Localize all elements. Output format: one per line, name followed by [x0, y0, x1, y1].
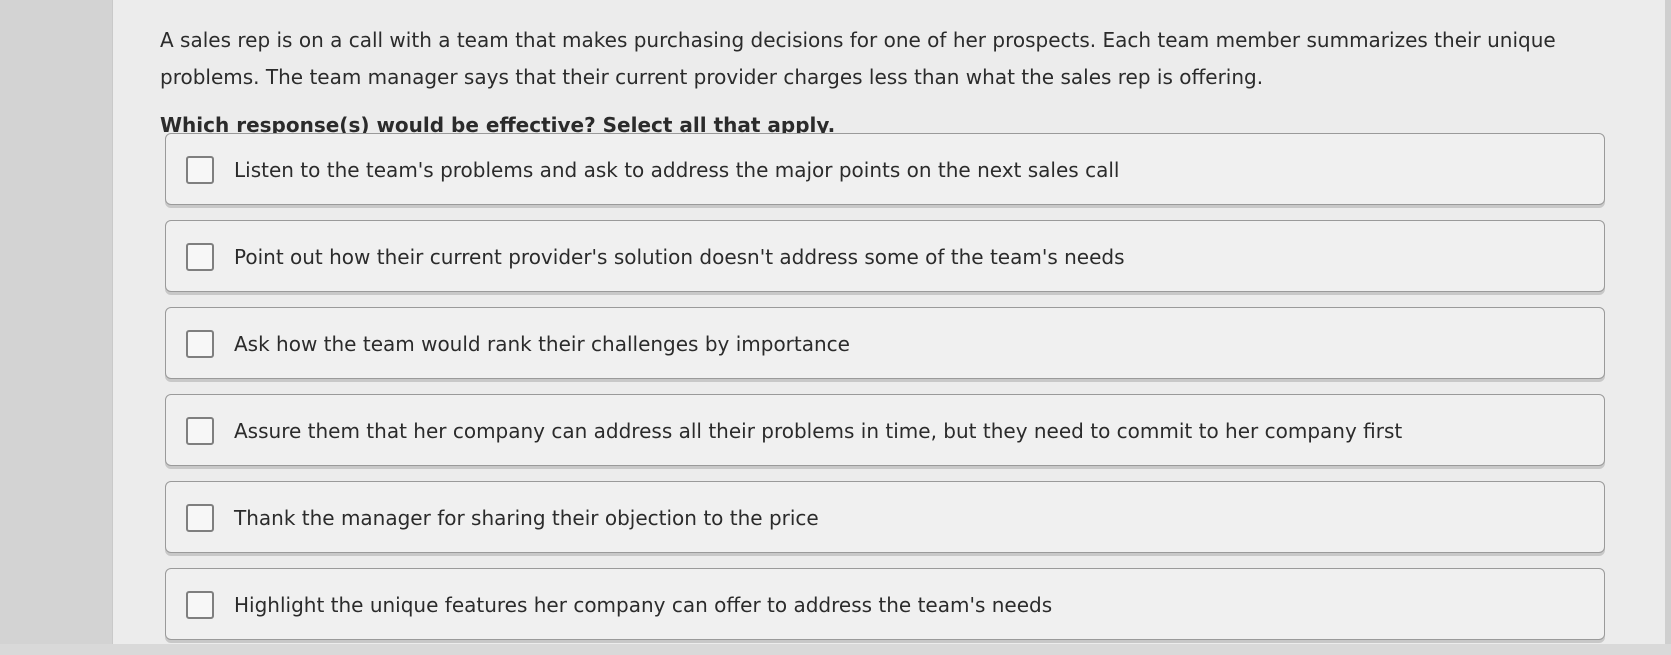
- right-edge: [1665, 0, 1671, 644]
- answer-option-2[interactable]: Point out how their current provider's s…: [165, 220, 1605, 292]
- answer-option-label: Listen to the team's problems and ask to…: [234, 158, 1120, 182]
- answer-option-6[interactable]: Highlight the unique features her compan…: [165, 568, 1605, 640]
- checkbox-1[interactable]: [186, 156, 214, 184]
- answer-option-label: Assure them that her company can address…: [234, 419, 1403, 443]
- checkbox-4[interactable]: [186, 417, 214, 445]
- checkbox-2[interactable]: [186, 243, 214, 271]
- checkbox-5[interactable]: [186, 504, 214, 532]
- answer-options: Listen to the team's problems and ask to…: [165, 133, 1605, 655]
- left-sidebar-gutter: [0, 0, 113, 644]
- answer-option-label: Ask how the team would rank their challe…: [234, 332, 850, 356]
- question-text: A sales rep is on a call with a team tha…: [160, 28, 1556, 89]
- answer-option-label: Highlight the unique features her compan…: [234, 593, 1053, 617]
- answer-option-1[interactable]: Listen to the team's problems and ask to…: [165, 133, 1605, 205]
- answer-option-label: Point out how their current provider's s…: [234, 245, 1125, 269]
- answer-option-label: Thank the manager for sharing their obje…: [234, 506, 819, 530]
- answer-option-5[interactable]: Thank the manager for sharing their obje…: [165, 481, 1605, 553]
- checkbox-3[interactable]: [186, 330, 214, 358]
- checkbox-6[interactable]: [186, 591, 214, 619]
- answer-option-4[interactable]: Assure them that her company can address…: [165, 394, 1605, 466]
- answer-option-3[interactable]: Ask how the team would rank their challe…: [165, 307, 1605, 379]
